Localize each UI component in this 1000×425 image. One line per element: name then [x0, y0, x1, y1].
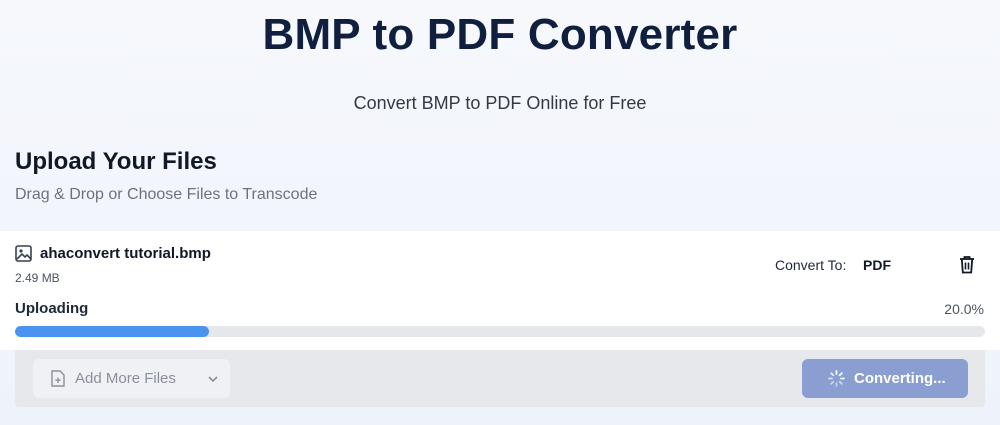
file-plus-icon	[51, 370, 65, 387]
upload-heading: Upload Your Files	[15, 148, 217, 175]
upload-subheading: Drag & Drop or Choose Files to Transcode	[15, 186, 318, 203]
spinner-icon	[828, 370, 845, 387]
progress-bar-fill	[15, 326, 209, 337]
page-subtitle: Convert BMP to PDF Online for Free	[353, 93, 647, 113]
progress-bar	[15, 326, 985, 337]
trash-icon[interactable]	[958, 255, 976, 274]
target-format-select[interactable]: PDF	[863, 257, 891, 273]
add-more-files-button[interactable]: Add More Files	[33, 359, 230, 398]
convert-button[interactable]: Converting...	[802, 359, 968, 398]
convert-to-label: Convert To:	[775, 257, 847, 273]
file-name: ahaconvert tutorial.bmp	[40, 245, 211, 262]
converter-page: BMP to PDF Converter Convert BMP to PDF …	[0, 0, 1000, 425]
add-more-files-label: Add More Files	[75, 370, 176, 387]
upload-status: Uploading	[15, 300, 89, 317]
progress-percent: 20.0%	[944, 301, 984, 317]
file-item: ahaconvert tutorial.bmp 2.49 MB Convert …	[0, 231, 1000, 350]
page-title: BMP to PDF Converter	[262, 10, 738, 59]
chevron-down-icon[interactable]	[207, 373, 219, 385]
convert-button-label: Converting...	[854, 370, 946, 387]
action-bar: Add More Files Converting...	[15, 350, 985, 407]
image-file-icon	[15, 245, 32, 262]
file-size: 2.49 MB	[15, 271, 60, 285]
